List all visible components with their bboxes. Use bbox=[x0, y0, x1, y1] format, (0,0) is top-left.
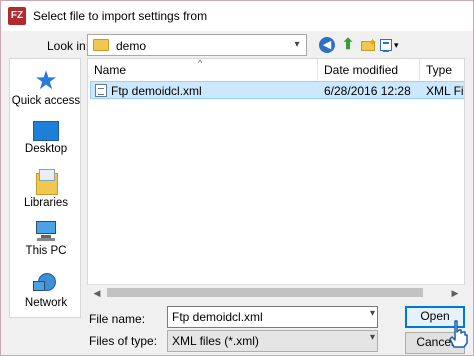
xml-file-icon bbox=[95, 84, 107, 97]
file-name-label: File name: bbox=[89, 312, 146, 326]
folder-icon bbox=[93, 39, 109, 51]
new-folder-icon[interactable]: ✦ bbox=[359, 36, 377, 54]
file-type-select[interactable]: XML files (*.xml) ▾ bbox=[167, 330, 378, 352]
column-header-type[interactable]: Type bbox=[420, 59, 464, 81]
place-desktop[interactable]: Desktop bbox=[10, 121, 82, 155]
place-label: Desktop bbox=[24, 143, 68, 155]
file-name-input[interactable]: Ftp demoidcl.xml ▾ bbox=[167, 306, 378, 328]
scroll-left-icon[interactable]: ◀ bbox=[89, 285, 105, 301]
computer-icon bbox=[33, 219, 59, 243]
scroll-right-icon[interactable]: ▶ bbox=[447, 285, 463, 301]
filezilla-app-icon: FZ bbox=[8, 7, 26, 25]
view-menu-icon[interactable]: ▾ bbox=[379, 36, 403, 54]
place-libraries[interactable]: Libraries bbox=[10, 169, 82, 209]
chevron-down-icon[interactable]: ▾ bbox=[288, 35, 306, 55]
look-in-label: Look in: bbox=[47, 39, 90, 53]
column-header-date[interactable]: Date modified bbox=[318, 59, 420, 81]
look-in-value: demo bbox=[116, 39, 147, 53]
dialog-title: Select file to import settings from bbox=[33, 9, 208, 23]
place-label: Network bbox=[24, 297, 68, 309]
place-label: This PC bbox=[25, 245, 67, 257]
file-name-cell: Ftp demoidcl.xml bbox=[111, 84, 202, 98]
chevron-down-icon[interactable]: ▾ bbox=[370, 332, 375, 343]
place-network[interactable]: Network bbox=[10, 269, 82, 309]
desktop-icon bbox=[33, 121, 59, 141]
file-list[interactable]: Name ^ Date modified Type Ftp demoidcl.x… bbox=[87, 58, 465, 300]
up-folder-icon[interactable]: ⬆ bbox=[339, 36, 357, 54]
sort-up-icon: ^ bbox=[198, 58, 203, 68]
star-icon: ★ bbox=[34, 65, 58, 95]
network-icon bbox=[33, 269, 59, 295]
column-header-name[interactable]: Name ^ bbox=[88, 59, 318, 81]
file-type-value: XML files (*.xml) bbox=[172, 334, 259, 348]
file-name-value: Ftp demoidcl.xml bbox=[172, 310, 263, 324]
back-icon[interactable]: ◀ bbox=[319, 37, 335, 53]
place-label: Quick access bbox=[11, 95, 81, 107]
file-dialog: FZ Select file to import settings from L… bbox=[0, 0, 474, 356]
file-row[interactable]: Ftp demoidcl.xml 6/28/2016 12:28 XML Fil… bbox=[90, 81, 464, 99]
file-date-cell: 6/28/2016 12:28 bbox=[324, 84, 411, 98]
scrollbar-thumb[interactable] bbox=[107, 288, 423, 297]
hand-cursor-icon bbox=[449, 320, 468, 348]
file-type-label: Files of type: bbox=[89, 334, 158, 348]
place-label: Libraries bbox=[23, 197, 69, 209]
place-this-pc[interactable]: This PC bbox=[10, 219, 82, 257]
horizontal-scrollbar[interactable]: ◀ ▶ bbox=[87, 284, 465, 300]
places-bar: ★ Quick access Desktop Libraries This PC… bbox=[9, 58, 81, 318]
libraries-icon bbox=[34, 169, 58, 195]
look-in-dropdown[interactable]: demo ▾ bbox=[87, 34, 307, 56]
file-type-cell: XML File bbox=[426, 84, 464, 98]
title-bar: FZ Select file to import settings from bbox=[1, 1, 473, 31]
chevron-down-icon[interactable]: ▾ bbox=[370, 308, 375, 319]
place-quick-access[interactable]: ★ Quick access bbox=[10, 67, 82, 107]
